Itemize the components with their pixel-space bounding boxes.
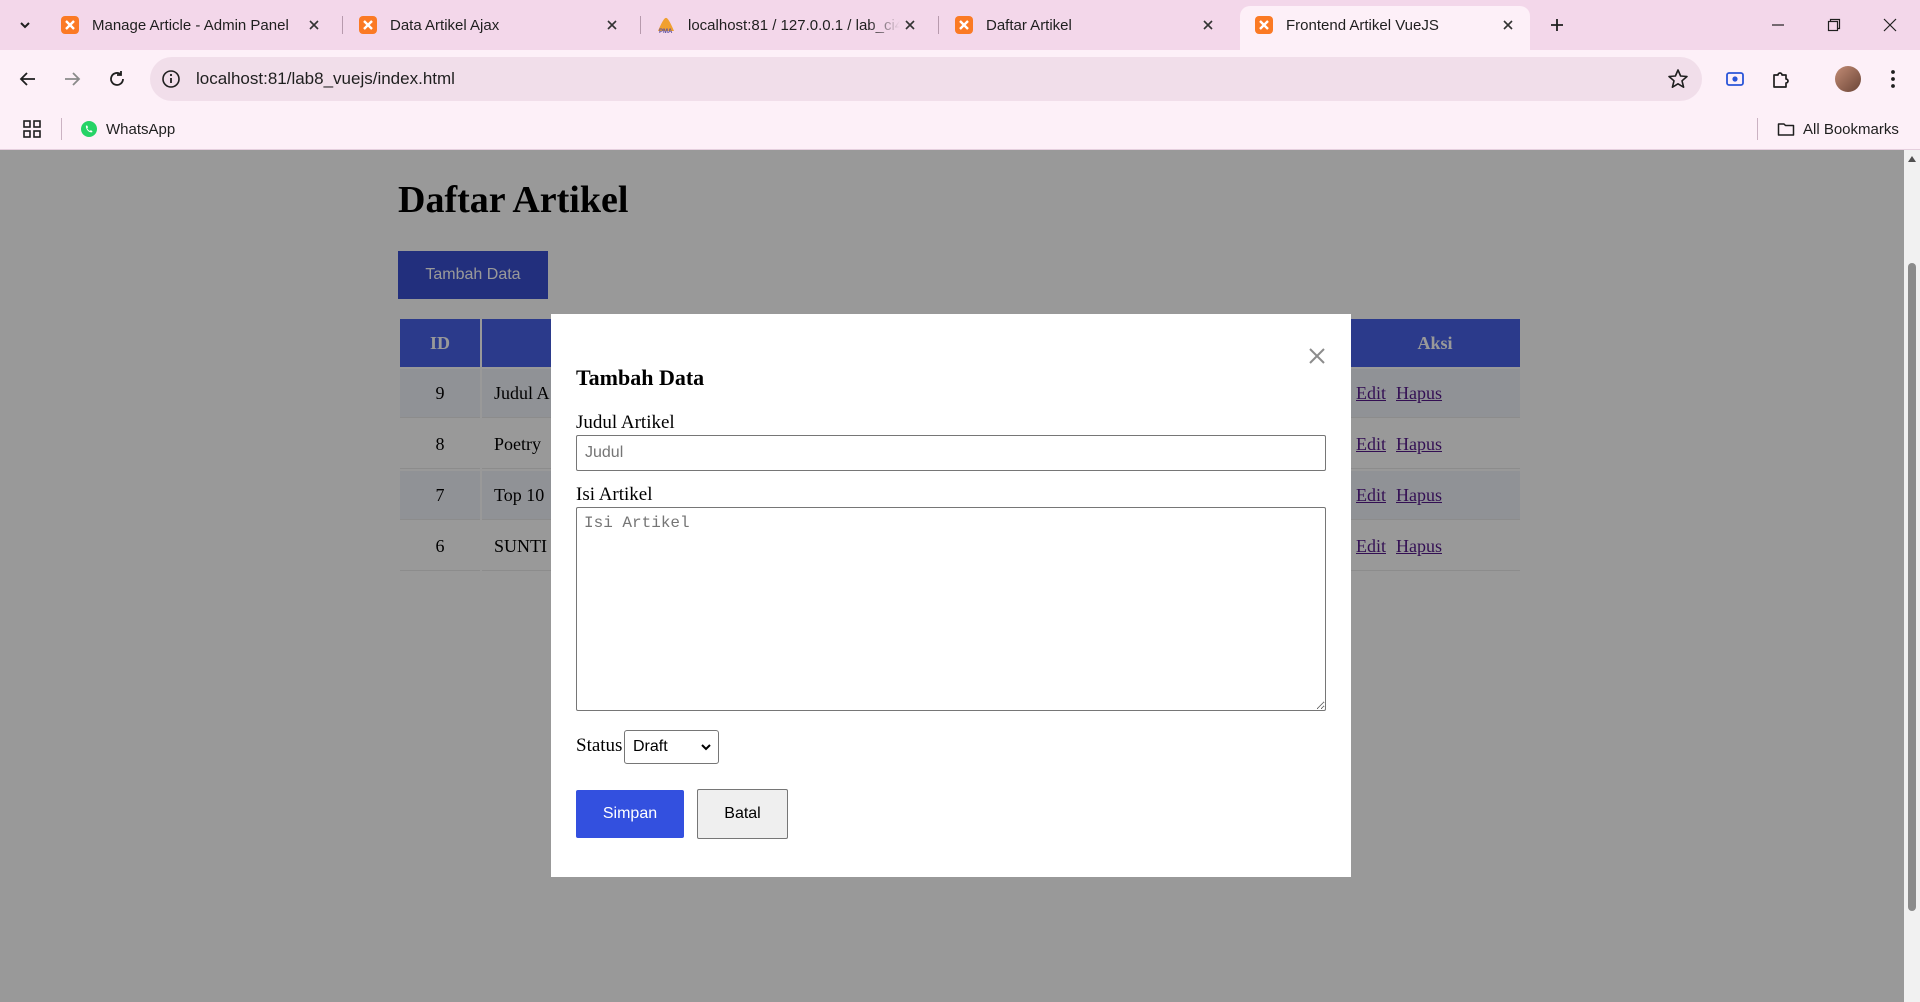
menu-button[interactable] — [1878, 64, 1908, 94]
close-icon[interactable] — [900, 15, 920, 35]
apps-grid-icon[interactable] — [22, 119, 42, 139]
scroll-up-arrow-icon[interactable] — [1908, 156, 1916, 162]
restore-button[interactable] — [1806, 0, 1862, 50]
bookmarks-separator — [61, 118, 62, 140]
close-icon — [1309, 348, 1325, 364]
chevron-down-icon — [20, 22, 30, 29]
save-button[interactable]: Simpan — [576, 790, 684, 838]
modal-close-button[interactable] — [1305, 344, 1329, 368]
close-icon[interactable] — [1198, 15, 1218, 35]
puzzle-icon — [1773, 72, 1789, 88]
window-close-button[interactable] — [1862, 0, 1918, 50]
all-bookmarks-label: All Bookmarks — [1803, 120, 1899, 138]
tab-title: Manage Article - Admin Panel — [92, 16, 289, 34]
page-scrollbar[interactable] — [1904, 150, 1920, 1002]
whatsapp-icon — [81, 121, 97, 137]
status-label: Status — [576, 735, 623, 756]
xampp-icon — [1255, 16, 1273, 34]
new-tab-button[interactable] — [1542, 10, 1572, 40]
camera-icon — [1726, 72, 1744, 86]
close-icon — [1883, 18, 1897, 32]
chevron-down-icon — [701, 744, 711, 751]
minimize-icon — [1772, 24, 1784, 26]
url-text[interactable]: localhost:81/lab8_vuejs/index.html — [196, 69, 455, 89]
close-icon[interactable] — [1498, 15, 1518, 35]
cancel-button[interactable]: Batal — [697, 789, 788, 839]
tab-manage-article[interactable]: Manage Article - Admin Panel — [46, 6, 336, 44]
info-icon[interactable] — [160, 68, 182, 90]
close-icon[interactable] — [304, 15, 324, 35]
plus-icon — [1551, 19, 1563, 31]
modal-title: Tambah Data — [576, 365, 705, 390]
arrow-right-icon — [65, 72, 81, 86]
screencast-button[interactable] — [1720, 64, 1750, 94]
tab-separator — [938, 16, 939, 34]
bookmarks-separator — [1757, 118, 1758, 140]
profile-avatar[interactable] — [1835, 66, 1861, 92]
page-viewport: Daftar Artikel Tambah Data ID Aksi 9 Jud… — [0, 150, 1904, 1002]
all-bookmarks-button[interactable]: All Bookmarks — [1777, 116, 1899, 142]
bookmark-whatsapp[interactable]: WhatsApp — [80, 116, 175, 142]
restore-icon — [1827, 18, 1841, 32]
browser-toolbar: localhost:81/lab8_vuejs/index.html — [0, 50, 1920, 108]
isi-textarea[interactable] — [576, 507, 1326, 711]
tab-title: Data Artikel Ajax — [390, 16, 500, 34]
back-button[interactable] — [12, 63, 44, 95]
more-vertical-icon — [1891, 70, 1895, 88]
star-icon[interactable] — [1666, 67, 1690, 91]
forward-button[interactable] — [56, 63, 88, 95]
tab-title: Frontend Artikel VueJS — [1286, 16, 1439, 34]
minimize-button[interactable] — [1750, 0, 1806, 50]
tab-strip: Manage Article - Admin Panel Data Artike… — [0, 0, 1920, 50]
judul-label: Judul Artikel — [576, 412, 675, 433]
isi-label: Isi Artikel — [576, 484, 653, 505]
tab-frontend-artikel-vuejs[interactable]: Frontend Artikel VueJS — [1240, 6, 1530, 50]
tab-daftar-artikel[interactable]: Daftar Artikel — [940, 6, 1230, 44]
scrollbar-thumb[interactable] — [1908, 263, 1916, 911]
tab-title: Daftar Artikel — [986, 16, 1072, 34]
folder-icon — [1777, 123, 1795, 136]
xampp-icon — [359, 16, 377, 34]
tab-separator — [640, 16, 641, 34]
xampp-icon — [61, 16, 79, 34]
judul-input[interactable] — [576, 435, 1326, 471]
svg-text:PMA: PMA — [659, 29, 673, 35]
close-icon[interactable] — [602, 15, 622, 35]
add-data-modal: Tambah Data Judul Artikel Isi Artikel St… — [551, 314, 1351, 877]
status-select[interactable]: Draft — [624, 730, 719, 764]
status-selected-value: Draft — [633, 738, 668, 755]
tab-title: localhost:81 / 127.0.0.1 / lab_ci4 — [688, 16, 900, 34]
reload-icon — [110, 71, 124, 86]
bookmark-label: WhatsApp — [106, 120, 176, 138]
tab-phpmyadmin[interactable]: PMA localhost:81 / 127.0.0.1 / lab_ci4 — [642, 6, 932, 44]
extensions-button[interactable] — [1766, 64, 1796, 94]
tab-search-button[interactable] — [10, 11, 40, 39]
phpmyadmin-icon: PMA — [658, 17, 674, 35]
tab-separator — [342, 16, 343, 34]
reload-button[interactable] — [101, 63, 133, 95]
arrow-left-icon — [19, 72, 35, 86]
address-bar[interactable]: localhost:81/lab8_vuejs/index.html — [150, 57, 1702, 101]
xampp-icon — [955, 16, 973, 34]
tab-data-artikel-ajax[interactable]: Data Artikel Ajax — [344, 6, 634, 44]
bookmarks-bar: WhatsApp All Bookmarks — [0, 108, 1920, 150]
